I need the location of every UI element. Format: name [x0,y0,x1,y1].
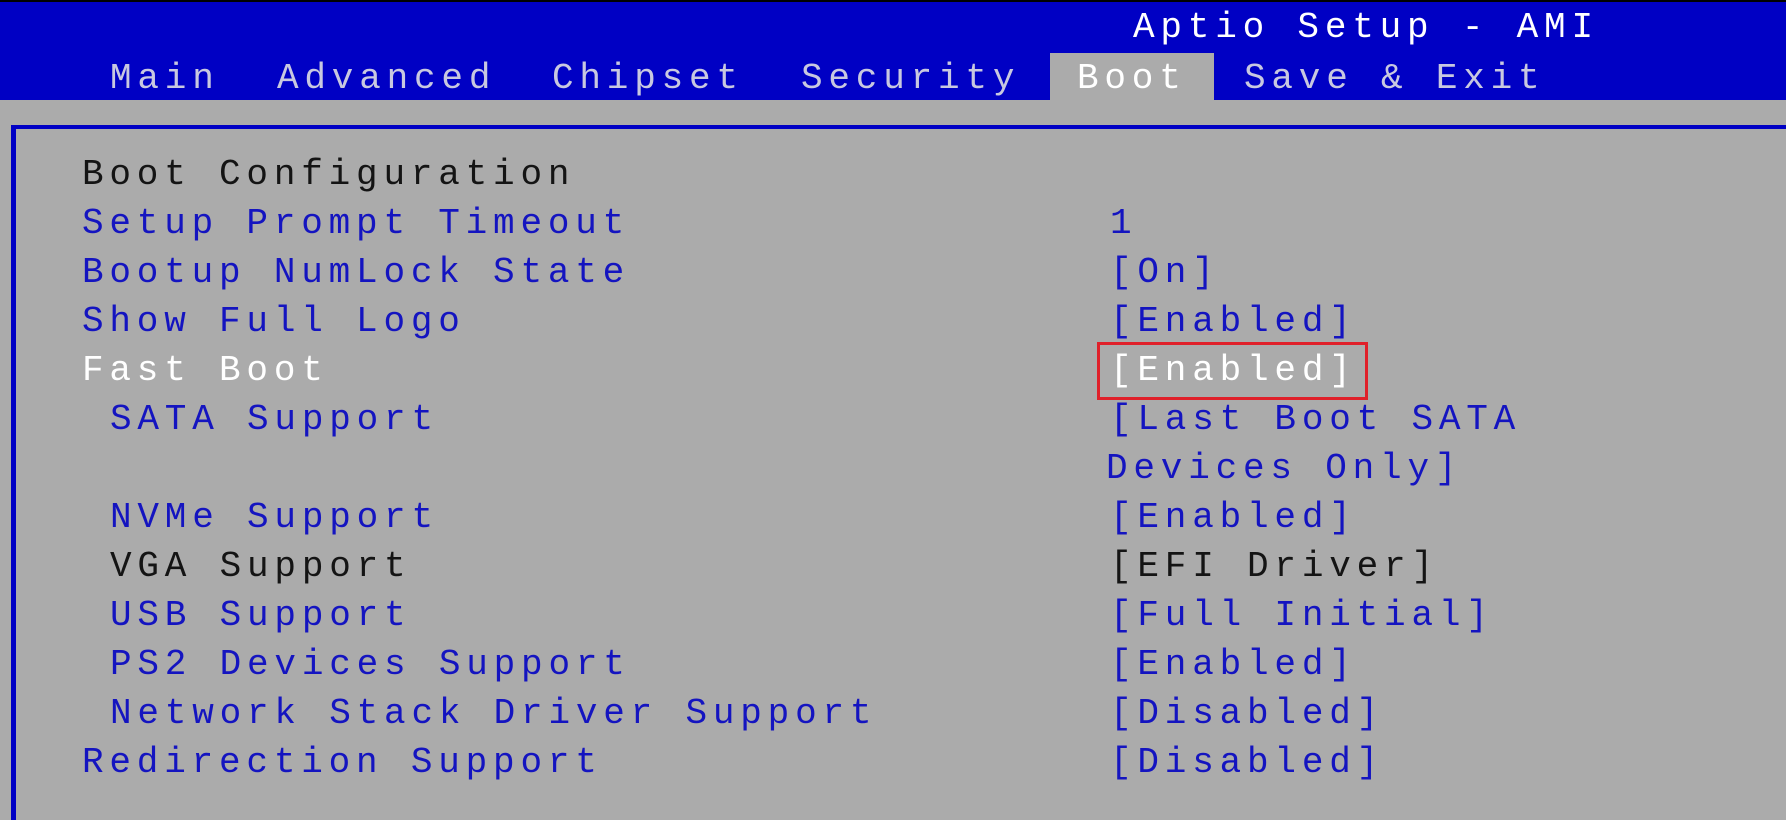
value-bootup-numlock-state[interactable]: [On] [1110,248,1220,297]
tab-boot[interactable]: Boot [1050,53,1214,102]
value-nvme-support[interactable]: [Enabled] [1110,493,1357,542]
setting-ps2-devices-support[interactable]: PS2 Devices Support [110,640,631,689]
setting-show-full-logo[interactable]: Show Full Logo [82,297,466,346]
tab-save-exit[interactable]: Save & Exit [1244,56,1545,102]
value-setup-prompt-timeout[interactable]: 1 [1110,199,1137,248]
setting-usb-support[interactable]: USB Support [110,591,411,640]
app-title: Aptio Setup - AMI [1133,7,1599,48]
value-network-stack-driver-support[interactable]: [Disabled] [1110,689,1384,738]
value-show-full-logo[interactable]: [Enabled] [1110,297,1357,346]
setting-redirection-support[interactable]: Redirection Support [82,738,603,787]
section-title: Boot Configuration [82,154,576,195]
value-ps2-devices-support[interactable]: [Enabled] [1110,640,1357,689]
setting-bootup-numlock-state[interactable]: Bootup NumLock State [82,248,630,297]
value-vga-support: [EFI Driver] [1110,546,1439,587]
value-usb-support[interactable]: [Full Initial] [1110,591,1494,640]
setting-setup-prompt-timeout[interactable]: Setup Prompt Timeout [82,199,630,248]
tab-advanced[interactable]: Advanced [277,56,496,102]
value-sata-support-cont[interactable]: Devices Only] [1106,444,1462,493]
value-redirection-support[interactable]: [Disabled] [1110,738,1384,787]
tab-main[interactable]: Main [110,56,220,102]
value-sata-support[interactable]: [Last Boot SATA [1110,395,1521,444]
tab-chipset[interactable]: Chipset [552,56,744,102]
setting-fast-boot[interactable]: Fast Boot [82,346,329,395]
setting-vga-support: VGA Support [110,546,412,587]
tab-security[interactable]: Security [801,56,1020,102]
setting-sata-support[interactable]: SATA Support [110,395,439,444]
setting-nvme-support[interactable]: NVMe Support [110,493,439,542]
header-bar: Aptio Setup - AMI Main Advanced Chipset … [0,2,1786,102]
setting-network-stack-driver-support[interactable]: Network Stack Driver Support [110,689,877,738]
highlight-box [1097,342,1368,400]
